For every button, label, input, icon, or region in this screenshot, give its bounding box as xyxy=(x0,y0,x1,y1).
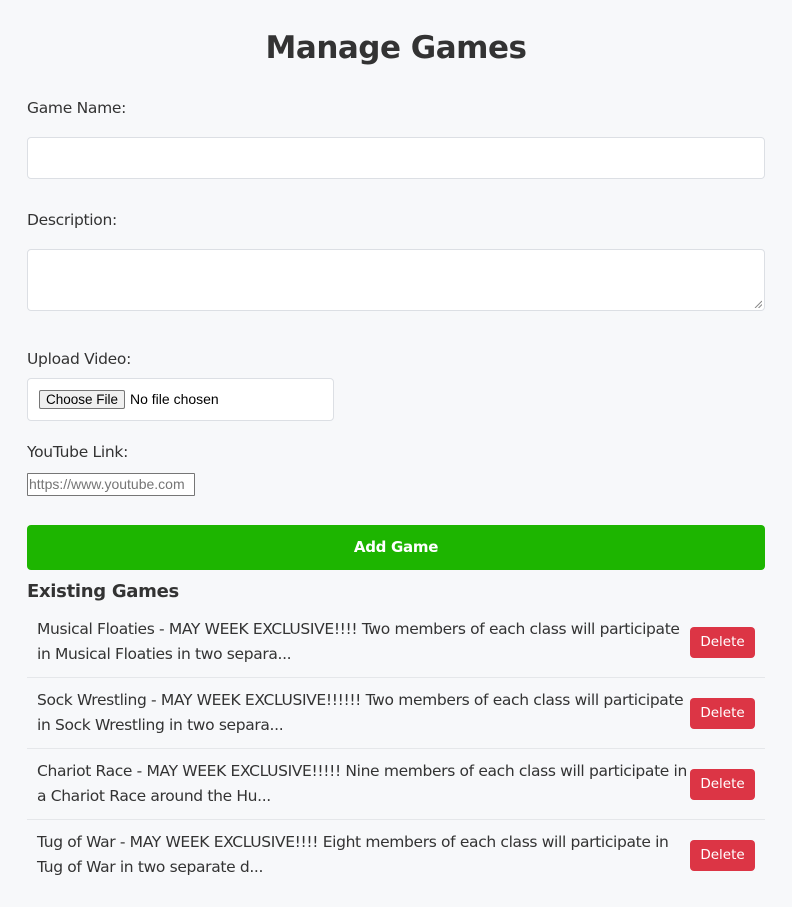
game-description: Sock Wrestling - MAY WEEK EXCLUSIVE!!!!!… xyxy=(37,691,684,734)
game-list-item: Tug of War - MAY WEEK EXCLUSIVE!!!! Eigh… xyxy=(27,820,765,890)
game-list-item: Musical Floaties - MAY WEEK EXCLUSIVE!!!… xyxy=(27,607,765,678)
description-textarea[interactable] xyxy=(27,249,765,311)
delete-button[interactable]: Delete xyxy=(690,698,755,729)
existing-games-list: Musical Floaties - MAY WEEK EXCLUSIVE!!!… xyxy=(27,607,765,890)
game-name-input[interactable] xyxy=(27,137,765,179)
youtube-link-label: YouTube Link: xyxy=(27,443,129,461)
game-list-item: Sock Wrestling - MAY WEEK EXCLUSIVE!!!!!… xyxy=(27,678,765,749)
youtube-link-input[interactable]: https://www.youtube.com xyxy=(27,473,195,496)
description-label: Description: xyxy=(27,211,117,229)
game-description: Chariot Race - MAY WEEK EXCLUSIVE!!!!! N… xyxy=(37,762,687,805)
delete-button[interactable]: Delete xyxy=(690,769,755,800)
game-description: Tug of War - MAY WEEK EXCLUSIVE!!!! Eigh… xyxy=(37,833,669,876)
delete-button[interactable]: Delete xyxy=(690,627,755,658)
delete-button[interactable]: Delete xyxy=(690,840,755,871)
upload-video-input[interactable]: Choose File No file chosen xyxy=(27,378,334,421)
game-name-label: Game Name: xyxy=(27,99,127,117)
no-file-chosen-text: No file chosen xyxy=(130,391,219,407)
game-description: Musical Floaties - MAY WEEK EXCLUSIVE!!!… xyxy=(37,620,680,663)
choose-file-button[interactable]: Choose File xyxy=(39,390,126,409)
game-list-item: Chariot Race - MAY WEEK EXCLUSIVE!!!!! N… xyxy=(27,749,765,820)
upload-video-label: Upload Video: xyxy=(27,350,131,368)
page-title: Manage Games xyxy=(265,30,527,66)
add-game-button[interactable]: Add Game xyxy=(27,525,765,570)
resize-handle-icon[interactable] xyxy=(754,300,762,308)
existing-games-heading: Existing Games xyxy=(27,581,179,602)
